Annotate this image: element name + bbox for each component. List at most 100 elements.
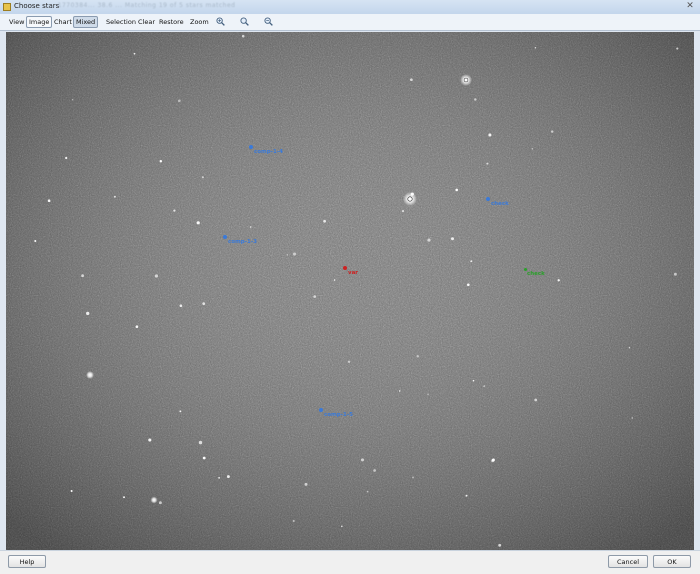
faint-star xyxy=(466,283,470,287)
faint-star xyxy=(293,252,296,256)
faint-star xyxy=(410,78,413,82)
faint-star xyxy=(491,458,495,462)
faint-star xyxy=(226,475,230,479)
faint-star xyxy=(631,417,633,419)
star-marker[interactable] xyxy=(223,235,227,239)
faint-star xyxy=(470,260,473,263)
faint-star xyxy=(486,162,489,165)
faint-star xyxy=(550,130,554,133)
faint-star xyxy=(196,221,200,225)
faint-star xyxy=(249,226,252,228)
faint-star xyxy=(133,52,136,55)
faint-star xyxy=(313,295,317,298)
faint-star xyxy=(304,482,308,486)
faint-star xyxy=(198,440,203,445)
faint-star xyxy=(416,355,419,358)
faint-star xyxy=(173,209,176,212)
faint-star xyxy=(483,385,486,387)
view-menu-label: View xyxy=(9,18,25,26)
star-label: check xyxy=(491,201,509,207)
faint-star xyxy=(323,219,326,223)
faint-star xyxy=(399,390,401,392)
dialog-footer: Help Cancel OK xyxy=(0,550,700,574)
faint-star xyxy=(628,347,631,349)
faint-star xyxy=(347,360,351,364)
image-view-button[interactable]: Image xyxy=(26,16,53,28)
clear-button[interactable]: Clear xyxy=(138,17,155,27)
faint-star xyxy=(534,47,537,49)
faint-star xyxy=(201,176,204,179)
faint-star xyxy=(412,476,414,479)
faint-star xyxy=(455,188,459,192)
star-marker[interactable] xyxy=(319,408,323,412)
zoom-fit-icon[interactable] xyxy=(240,17,249,26)
faint-star xyxy=(202,456,206,460)
faint-star xyxy=(70,490,73,492)
faint-star xyxy=(534,398,538,402)
bright-star xyxy=(86,371,94,379)
faint-star xyxy=(427,393,429,395)
faint-star xyxy=(177,99,181,103)
star-field-canvas xyxy=(6,32,694,550)
faint-star xyxy=(65,156,68,160)
faint-star xyxy=(488,133,492,137)
faint-star xyxy=(47,199,51,202)
faint-star xyxy=(159,160,163,163)
faint-star xyxy=(81,274,84,278)
star-label: comp-1-4 xyxy=(254,149,283,155)
faint-star xyxy=(474,98,477,101)
chart-view-button[interactable]: Chart xyxy=(54,17,72,27)
bright-star-core xyxy=(463,77,469,83)
faint-star xyxy=(673,272,677,276)
ok-button[interactable]: OK xyxy=(653,555,691,568)
star-marker[interactable] xyxy=(249,145,253,149)
faint-star xyxy=(333,279,336,281)
faint-star xyxy=(158,501,162,505)
cancel-button[interactable]: Cancel xyxy=(608,555,648,568)
star-label: comp-1-3 xyxy=(228,239,257,245)
faint-star xyxy=(34,239,37,243)
variable-star-marker[interactable] xyxy=(343,266,347,270)
faint-star xyxy=(465,494,468,497)
close-icon[interactable]: ✕ xyxy=(684,1,696,12)
faint-star xyxy=(557,279,560,282)
star-field-image[interactable]: comp-1-4 check comp-1-3 var check comp-1… xyxy=(6,32,694,550)
faint-star xyxy=(531,148,534,150)
faint-star xyxy=(401,210,405,213)
faint-star xyxy=(148,438,152,442)
variable-star-label: var xyxy=(348,270,359,276)
zoom-in-icon[interactable] xyxy=(216,17,225,26)
restore-button[interactable]: Restore xyxy=(159,17,184,27)
selection-button[interactable]: Selection xyxy=(106,17,136,27)
faint-star xyxy=(202,302,206,305)
faint-star xyxy=(71,99,74,101)
faint-star xyxy=(241,34,245,38)
faint-star xyxy=(472,379,475,382)
mixed-view-button[interactable]: Mixed xyxy=(73,16,99,28)
faint-star xyxy=(498,543,502,547)
faint-star xyxy=(86,311,90,316)
faint-star xyxy=(123,496,125,499)
faint-star xyxy=(154,274,159,278)
check-star-label: check xyxy=(527,271,545,277)
faint-star xyxy=(373,469,376,472)
faint-star xyxy=(179,410,182,413)
help-button[interactable]: Help xyxy=(8,555,46,568)
faint-star xyxy=(361,458,364,462)
faint-star xyxy=(676,47,679,50)
toolbar: View Image Chart Mixed Selection Clear R… xyxy=(0,14,700,31)
star-marker[interactable] xyxy=(486,197,490,201)
app-icon xyxy=(3,3,11,11)
zoom-out-icon[interactable] xyxy=(264,17,273,26)
faint-star xyxy=(286,254,289,256)
faint-star xyxy=(340,525,343,528)
faint-star xyxy=(179,304,183,308)
faint-star xyxy=(135,325,139,329)
bright-star-core xyxy=(407,196,413,202)
faint-star xyxy=(366,490,369,493)
title-bar: Choose stars ... 1770384... 38.6 ... Mat… xyxy=(0,0,700,14)
faint-star xyxy=(218,477,220,479)
faint-star xyxy=(113,195,116,198)
faint-star xyxy=(427,238,431,242)
faint-star xyxy=(292,519,295,523)
